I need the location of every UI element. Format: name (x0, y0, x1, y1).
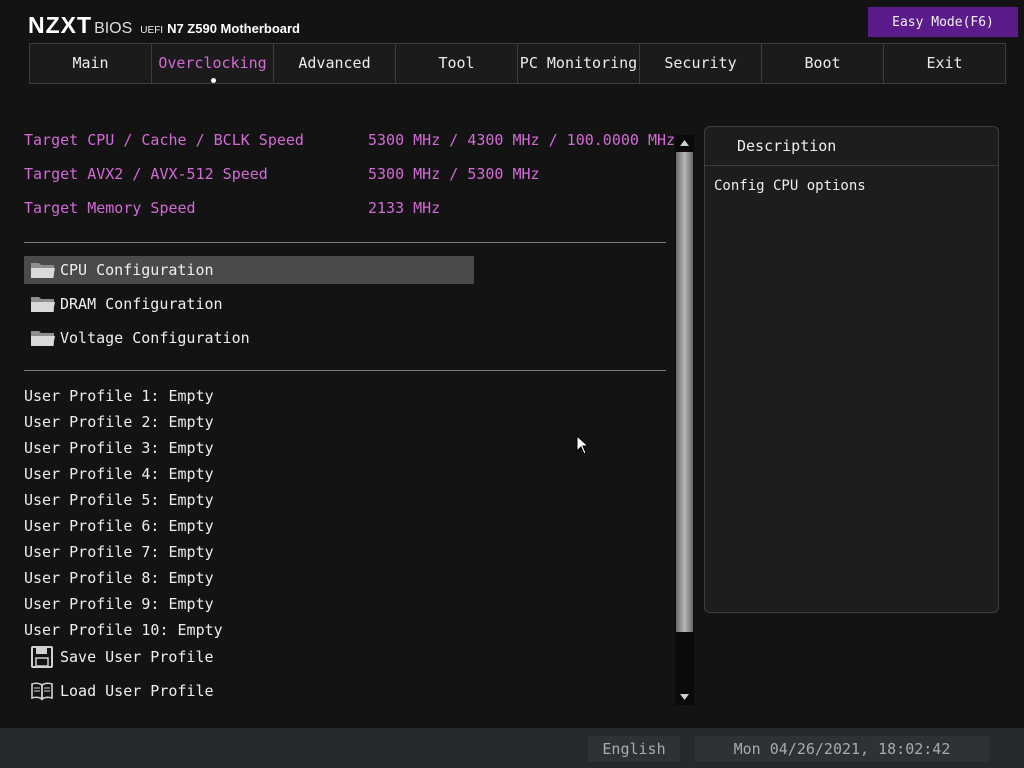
open-book-icon (31, 682, 53, 701)
description-text: Config CPU options (714, 178, 866, 194)
user-profile-1[interactable]: User Profile 1: Empty (24, 384, 214, 408)
load-user-profile-label: Load User Profile (60, 682, 214, 700)
menu-label: CPU Configuration (60, 261, 214, 279)
floppy-disk-icon (31, 646, 53, 668)
status-bar: English Mon 04/26/2021, 18:02:42 (0, 728, 1024, 768)
user-profile-3[interactable]: User Profile 3: Empty (24, 436, 214, 460)
menu-dram-configuration[interactable]: DRAM Configuration (24, 290, 474, 318)
scroll-up-arrow-icon[interactable] (675, 135, 694, 151)
target-avx-value: 5300 MHz / 5300 MHz (368, 165, 540, 183)
menu-label: DRAM Configuration (60, 295, 223, 313)
brand-name: NZXT (28, 12, 93, 38)
target-memory-label: Target Memory Speed (24, 199, 196, 217)
language-selector[interactable]: English (588, 736, 680, 762)
user-profile-10[interactable]: User Profile 10: Empty (24, 618, 223, 642)
target-memory-row: Target Memory Speed 2133 MHz (24, 199, 440, 219)
menu-cpu-configuration[interactable]: CPU Configuration (24, 256, 474, 284)
target-cpu-label: Target CPU / Cache / BCLK Speed (24, 131, 304, 149)
target-cpu-row: Target CPU / Cache / BCLK Speed 5300 MHz… (24, 131, 675, 151)
user-profile-8[interactable]: User Profile 8: Empty (24, 566, 214, 590)
nzxt-logo: NZXT BIOS UEFI N7 Z590 Motherboard (28, 12, 300, 39)
scroll-down-arrow-icon[interactable] (675, 689, 694, 705)
target-memory-value: 2133 MHz (368, 199, 441, 217)
menu-voltage-configuration[interactable]: Voltage Configuration (24, 324, 474, 352)
uefi-label: UEFI (140, 25, 164, 36)
mouse-cursor-icon (576, 435, 588, 455)
user-profile-6[interactable]: User Profile 6: Empty (24, 514, 214, 538)
folder-icon (31, 297, 55, 312)
target-avx-row: Target AVX2 / AVX-512 Speed 5300 MHz / 5… (24, 165, 540, 185)
tab-overclocking[interactable]: Overclocking (151, 43, 274, 84)
bios-label: BIOS (94, 20, 133, 37)
tab-tool[interactable]: Tool (395, 43, 518, 84)
date-time: Mon 04/26/2021, 18:02:42 (695, 736, 989, 762)
model-name: N7 Z590 Motherboard (167, 21, 300, 36)
description-title: Description (705, 127, 998, 166)
user-profile-7[interactable]: User Profile 7: Empty (24, 540, 214, 564)
tab-advanced[interactable]: Advanced (273, 43, 396, 84)
description-panel: Description Config CPU options (704, 126, 999, 613)
tab-main[interactable]: Main (29, 43, 152, 84)
save-user-profile-button[interactable]: Save User Profile (24, 643, 214, 671)
tab-bar: Main Overclocking Advanced Tool PC Monit… (29, 43, 1006, 84)
tab-exit[interactable]: Exit (883, 43, 1006, 84)
user-profile-2[interactable]: User Profile 2: Empty (24, 410, 214, 434)
divider (24, 242, 666, 243)
scroll-thumb[interactable] (676, 152, 693, 632)
save-user-profile-label: Save User Profile (60, 648, 214, 666)
folder-icon (31, 331, 55, 346)
target-avx-label: Target AVX2 / AVX-512 Speed (24, 165, 268, 183)
divider (24, 370, 666, 371)
scrollbar[interactable] (675, 135, 694, 705)
user-profile-9[interactable]: User Profile 9: Empty (24, 592, 214, 616)
user-profile-5[interactable]: User Profile 5: Empty (24, 488, 214, 512)
folder-icon (31, 263, 55, 278)
tab-security[interactable]: Security (639, 43, 762, 84)
tab-pc-monitoring[interactable]: PC Monitoring (517, 43, 640, 84)
load-user-profile-button[interactable]: Load User Profile (24, 677, 214, 705)
easy-mode-button[interactable]: Easy Mode(F6) (868, 7, 1018, 37)
menu-label: Voltage Configuration (60, 329, 250, 347)
target-cpu-value: 5300 MHz / 4300 MHz / 100.0000 MHz (368, 131, 676, 149)
tab-boot[interactable]: Boot (761, 43, 884, 84)
header: NZXT BIOS UEFI N7 Z590 Motherboard Easy Mod… (0, 0, 1024, 42)
user-profile-4[interactable]: User Profile 4: Empty (24, 462, 214, 486)
